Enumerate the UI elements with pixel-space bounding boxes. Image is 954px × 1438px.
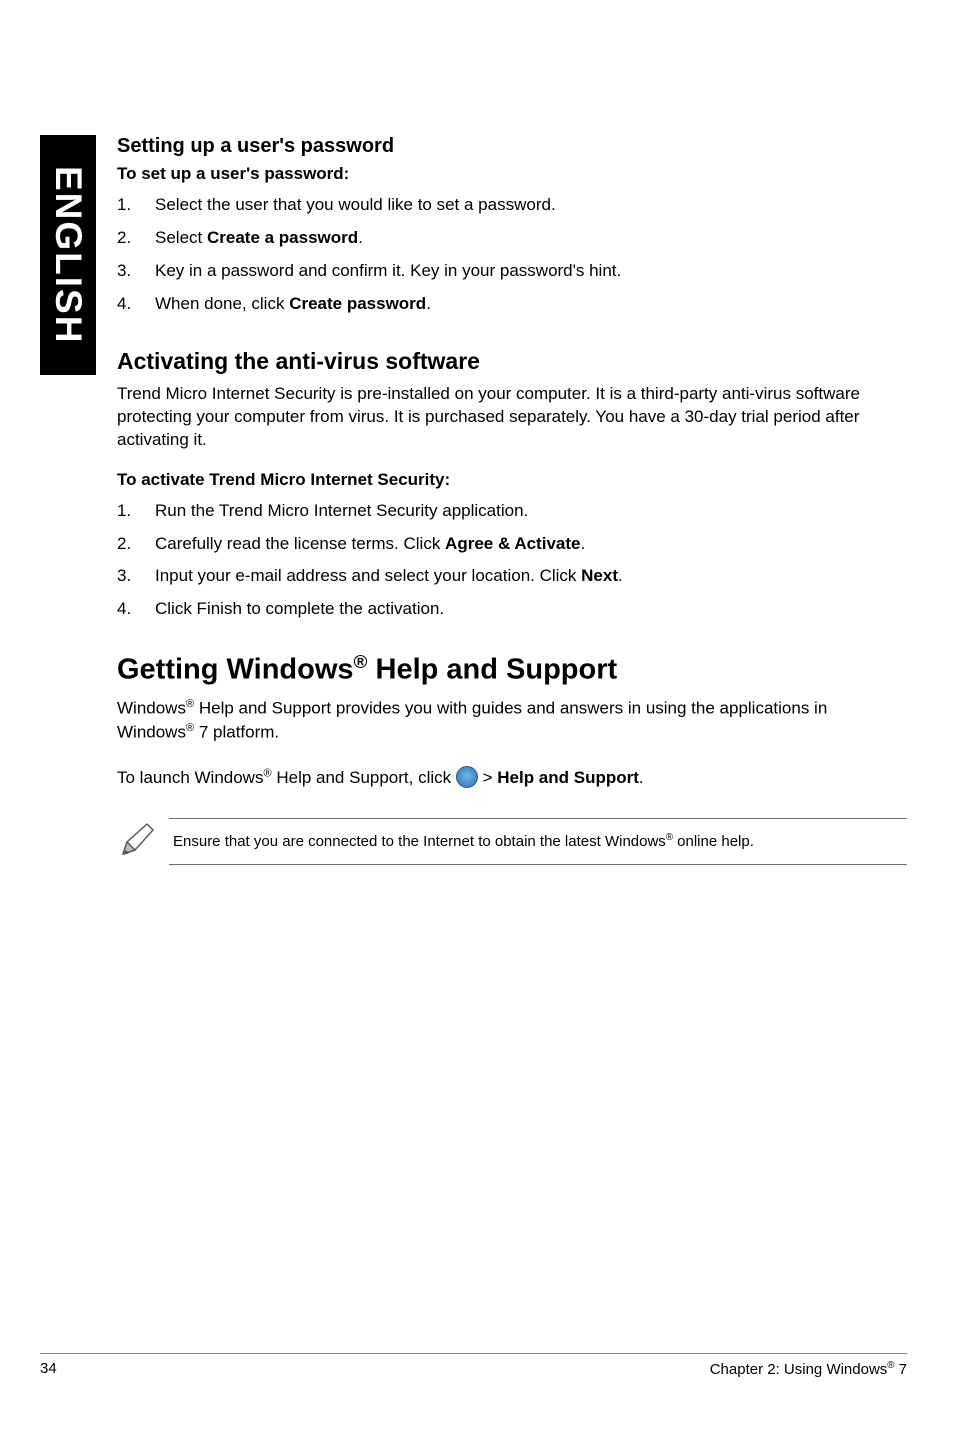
note-block: Ensure that you are connected to the Int…	[117, 818, 907, 865]
step-text: When done, click Create password.	[155, 293, 907, 316]
step-text-bold: Create password	[289, 294, 426, 313]
page-footer: 34 Chapter 2: Using Windows® 7	[40, 1353, 907, 1378]
step-number: 2.	[117, 227, 155, 250]
section-para-antivirus: Trend Micro Internet Security is pre-ins…	[117, 383, 907, 452]
list-item: 4. Click Finish to complete the activati…	[117, 598, 907, 621]
step-number: 2.	[117, 533, 155, 556]
step-text-fragment: .	[358, 228, 363, 247]
heading-fragment: Help and Support	[367, 654, 617, 686]
footer-fragment: 7	[894, 1361, 907, 1378]
step-text: Key in a password and confirm it. Key in…	[155, 260, 907, 283]
step-text: Input your e-mail address and select you…	[155, 565, 907, 588]
note-text: Ensure that you are connected to the Int…	[169, 818, 907, 865]
step-text-bold: Next	[581, 566, 618, 585]
list-item: 1. Select the user that you would like t…	[117, 194, 907, 217]
section-heading-set-password: Setting up a user's password	[117, 135, 907, 158]
step-number: 3.	[117, 260, 155, 283]
step-text: Select Create a password.	[155, 227, 907, 250]
para-fragment: 7 platform.	[194, 722, 279, 741]
page-content: Setting up a user's password To set up a…	[117, 135, 907, 865]
step-text: Carefully read the license terms. Click …	[155, 533, 907, 556]
registered-mark: ®	[186, 722, 194, 734]
help-support-para-2: To launch Windows® Help and Support, cli…	[117, 766, 907, 790]
step-text-fragment: .	[618, 566, 623, 585]
step-text-bold: Create a password	[207, 228, 358, 247]
step-number: 3.	[117, 565, 155, 588]
section-lead-antivirus: To activate Trend Micro Internet Securit…	[117, 470, 907, 490]
registered-mark: ®	[354, 651, 368, 672]
registered-mark: ®	[263, 768, 271, 780]
list-item: 4. When done, click Create password.	[117, 293, 907, 316]
language-side-tab: ENGLISH	[40, 135, 96, 375]
para-fragment: To launch Windows	[117, 768, 263, 787]
list-item: 2. Select Create a password.	[117, 227, 907, 250]
section-heading-antivirus: Activating the anti-virus software	[117, 348, 907, 375]
step-number: 4.	[117, 293, 155, 316]
step-text-fragment: When done, click	[155, 294, 289, 313]
pencil-note-icon	[117, 818, 169, 865]
step-text-fragment: Select	[155, 228, 207, 247]
step-text-fragment: Input your e-mail address and select you…	[155, 566, 581, 585]
step-text-fragment: .	[580, 534, 585, 553]
windows-start-orb-icon	[456, 766, 478, 788]
steps-antivirus: 1. Run the Trend Micro Internet Security…	[117, 500, 907, 622]
heading-fragment: Getting Windows	[117, 654, 354, 686]
para-fragment: Help and Support, click	[272, 768, 456, 787]
para-fragment: .	[639, 768, 644, 787]
page-number: 34	[40, 1360, 57, 1378]
registered-mark: ®	[666, 832, 673, 843]
list-item: 3. Key in a password and confirm it. Key…	[117, 260, 907, 283]
help-support-para-1: Windows® Help and Support provides you w…	[117, 697, 907, 744]
list-item: 3. Input your e-mail address and select …	[117, 565, 907, 588]
list-item: 1. Run the Trend Micro Internet Security…	[117, 500, 907, 523]
registered-mark: ®	[186, 698, 194, 710]
chapter-label: Chapter 2: Using Windows® 7	[710, 1360, 907, 1378]
step-text-fragment: .	[426, 294, 431, 313]
step-text: Click Finish to complete the activation.	[155, 598, 907, 621]
list-item: 2. Carefully read the license terms. Cli…	[117, 533, 907, 556]
step-number: 4.	[117, 598, 155, 621]
section-heading-help-support: Getting Windows® Help and Support	[117, 651, 907, 687]
step-text-fragment: Carefully read the license terms. Click	[155, 534, 445, 553]
para-fragment: Windows	[117, 699, 186, 718]
section-lead-set-password: To set up a user's password:	[117, 164, 907, 184]
step-number: 1.	[117, 194, 155, 217]
steps-set-password: 1. Select the user that you would like t…	[117, 194, 907, 316]
note-fragment: Ensure that you are connected to the Int…	[173, 833, 666, 850]
step-text: Select the user that you would like to s…	[155, 194, 907, 217]
language-side-tab-label: ENGLISH	[47, 166, 89, 344]
para-fragment: >	[478, 768, 497, 787]
note-fragment: online help.	[673, 833, 754, 850]
para-bold: Help and Support	[497, 768, 639, 787]
step-number: 1.	[117, 500, 155, 523]
step-text: Run the Trend Micro Internet Security ap…	[155, 500, 907, 523]
footer-fragment: Chapter 2: Using Windows	[710, 1361, 888, 1378]
step-text-bold: Agree & Activate	[445, 534, 580, 553]
